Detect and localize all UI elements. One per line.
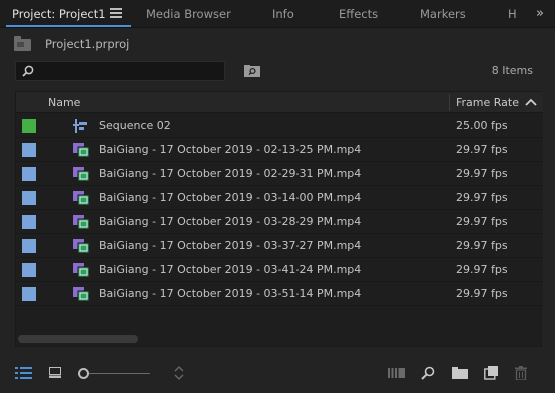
item-frame-rate: 29.97 fps (456, 239, 508, 252)
item-frame-rate: 29.97 fps (456, 263, 508, 276)
new-item-icon[interactable] (484, 366, 498, 380)
table-row[interactable]: BaiGiang - 17 October 2019 - 03-37-27 PM… (16, 234, 543, 258)
video-clip-icon (72, 165, 90, 183)
item-name: BaiGiang - 17 October 2019 - 02-13-25 PM… (99, 143, 362, 156)
horizontal-scrollbar[interactable] (18, 335, 138, 343)
zoom-track (86, 373, 150, 374)
list-header: Name Frame Rate (16, 92, 543, 113)
automate-to-sequence-icon[interactable] (388, 368, 405, 378)
table-row[interactable]: BaiGiang - 17 October 2019 - 03-51-14 PM… (16, 282, 543, 306)
item-name: Sequence 02 (99, 119, 171, 132)
icon-view-icon[interactable] (49, 367, 61, 378)
tab-project[interactable]: Project: Project1 (12, 0, 106, 28)
video-clip-icon (72, 285, 90, 303)
find-icon[interactable] (421, 366, 435, 380)
item-frame-rate: 29.97 fps (456, 191, 508, 204)
column-header-frame-rate[interactable]: Frame Rate (456, 96, 519, 109)
table-row[interactable]: Sequence 02 25.00 fps (16, 114, 543, 138)
trash-icon[interactable] (515, 366, 527, 380)
tab-history[interactable]: H (508, 0, 517, 28)
project-file-name: Project1.prproj (45, 37, 130, 51)
chevron-up-icon[interactable] (525, 98, 537, 106)
table-row[interactable]: BaiGiang - 17 October 2019 - 03-41-24 PM… (16, 258, 543, 282)
tab-effects[interactable]: Effects (339, 0, 378, 28)
bin-search-icon[interactable] (244, 65, 260, 77)
video-clip-icon (72, 213, 90, 231)
video-clip-icon (72, 237, 90, 255)
tab-media-browser[interactable]: Media Browser (146, 0, 231, 28)
folder-icon (14, 36, 31, 51)
item-frame-rate: 29.97 fps (456, 167, 508, 180)
item-frame-rate: 29.97 fps (456, 215, 508, 228)
tab-overflow-icon[interactable]: » (536, 0, 544, 28)
zoom-slider[interactable] (78, 368, 152, 379)
sort-icon[interactable] (174, 366, 184, 380)
item-name: BaiGiang - 17 October 2019 - 03-28-29 PM… (99, 215, 362, 228)
video-clip-icon (72, 141, 90, 159)
label-color-swatch[interactable] (22, 215, 36, 229)
item-count: 8 Items (491, 64, 533, 77)
table-row[interactable]: BaiGiang - 17 October 2019 - 03-14-00 PM… (16, 186, 543, 210)
project-item-list: Name Frame Rate Sequence 02 25.00 fps BaiG… (15, 91, 543, 347)
table-row[interactable]: BaiGiang - 17 October 2019 - 02-13-25 PM… (16, 138, 543, 162)
tab-info[interactable]: Info (272, 0, 294, 28)
tab-project-label: Project: Project1 (12, 7, 106, 21)
item-frame-rate: 29.97 fps (456, 287, 508, 300)
item-name: BaiGiang - 17 October 2019 - 03-14-00 PM… (99, 191, 362, 204)
search-input[interactable] (15, 61, 225, 81)
label-color-swatch[interactable] (22, 143, 36, 157)
tab-markers-label: Markers (420, 7, 466, 21)
item-name: BaiGiang - 17 October 2019 - 03-41-24 PM… (99, 263, 362, 276)
hamburger-icon[interactable] (110, 8, 122, 18)
tab-info-label: Info (272, 7, 294, 21)
item-name: BaiGiang - 17 October 2019 - 03-51-14 PM… (99, 287, 362, 300)
video-clip-icon (72, 261, 90, 279)
column-header-name[interactable]: Name (48, 96, 80, 109)
list-view-icon[interactable] (15, 367, 32, 379)
bottom-toolbar (0, 360, 555, 386)
label-color-swatch[interactable] (22, 263, 36, 277)
label-color-swatch[interactable] (22, 167, 36, 181)
sequence-icon (72, 117, 90, 135)
table-row[interactable]: BaiGiang - 17 October 2019 - 03-28-29 PM… (16, 210, 543, 234)
item-name: BaiGiang - 17 October 2019 - 02-29-31 PM… (99, 167, 362, 180)
item-name: BaiGiang - 17 October 2019 - 03-37-27 PM… (99, 239, 362, 252)
label-color-swatch[interactable] (22, 287, 36, 301)
new-bin-icon[interactable] (452, 367, 468, 379)
tab-markers[interactable]: Markers (420, 0, 466, 28)
table-row[interactable]: BaiGiang - 17 October 2019 - 02-29-31 PM… (16, 162, 543, 186)
tab-media-browser-label: Media Browser (146, 7, 231, 21)
panel-tab-bar: Project: Project1 Media Browser Info Eff… (0, 0, 555, 28)
item-frame-rate: 29.97 fps (456, 143, 508, 156)
tab-effects-label: Effects (339, 7, 379, 21)
column-divider[interactable] (449, 94, 450, 111)
label-color-swatch[interactable] (22, 191, 36, 205)
label-color-swatch[interactable] (22, 119, 36, 133)
video-clip-icon (72, 189, 90, 207)
label-color-swatch[interactable] (22, 239, 36, 253)
zoom-handle[interactable] (78, 368, 89, 379)
search-icon (22, 65, 34, 77)
item-frame-rate: 25.00 fps (456, 119, 508, 132)
tab-history-label: H (508, 7, 517, 21)
active-tab-indicator (6, 25, 131, 27)
